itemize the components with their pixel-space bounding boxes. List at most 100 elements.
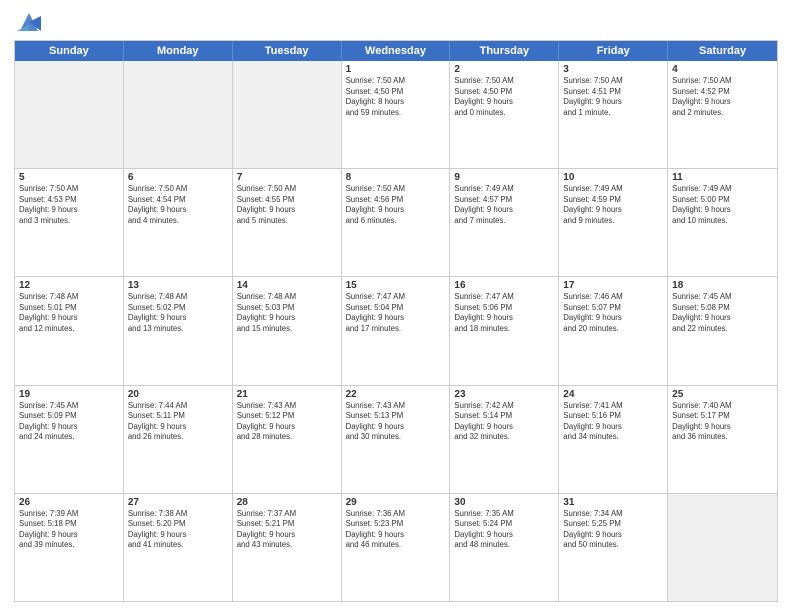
calendar-cell: 2Sunrise: 7:50 AM Sunset: 4:50 PM Daylig… (450, 61, 559, 168)
day-number: 13 (128, 280, 228, 291)
day-number: 29 (346, 497, 446, 508)
cell-info: Sunrise: 7:35 AM Sunset: 5:24 PM Dayligh… (454, 509, 554, 551)
cell-info: Sunrise: 7:50 AM Sunset: 4:55 PM Dayligh… (237, 184, 337, 226)
day-number: 21 (237, 389, 337, 400)
calendar-cell: 8Sunrise: 7:50 AM Sunset: 4:56 PM Daylig… (342, 169, 451, 276)
cell-info: Sunrise: 7:50 AM Sunset: 4:56 PM Dayligh… (346, 184, 446, 226)
cell-info: Sunrise: 7:45 AM Sunset: 5:08 PM Dayligh… (672, 292, 773, 334)
cell-info: Sunrise: 7:50 AM Sunset: 4:50 PM Dayligh… (454, 76, 554, 118)
calendar-cell: 15Sunrise: 7:47 AM Sunset: 5:04 PM Dayli… (342, 277, 451, 384)
cell-info: Sunrise: 7:48 AM Sunset: 5:03 PM Dayligh… (237, 292, 337, 334)
calendar-cell: 3Sunrise: 7:50 AM Sunset: 4:51 PM Daylig… (559, 61, 668, 168)
calendar-cell: 6Sunrise: 7:50 AM Sunset: 4:54 PM Daylig… (124, 169, 233, 276)
calendar-cell: 11Sunrise: 7:49 AM Sunset: 5:00 PM Dayli… (668, 169, 777, 276)
cell-info: Sunrise: 7:46 AM Sunset: 5:07 PM Dayligh… (563, 292, 663, 334)
cell-info: Sunrise: 7:50 AM Sunset: 4:53 PM Dayligh… (19, 184, 119, 226)
calendar-week: 1Sunrise: 7:50 AM Sunset: 4:50 PM Daylig… (15, 61, 777, 169)
calendar-cell: 20Sunrise: 7:44 AM Sunset: 5:11 PM Dayli… (124, 386, 233, 493)
calendar-cell: 4Sunrise: 7:50 AM Sunset: 4:52 PM Daylig… (668, 61, 777, 168)
calendar-cell: 12Sunrise: 7:48 AM Sunset: 5:01 PM Dayli… (15, 277, 124, 384)
cell-info: Sunrise: 7:50 AM Sunset: 4:51 PM Dayligh… (563, 76, 663, 118)
cell-info: Sunrise: 7:48 AM Sunset: 5:01 PM Dayligh… (19, 292, 119, 334)
calendar-cell (233, 61, 342, 168)
day-number: 6 (128, 172, 228, 183)
calendar-cell: 10Sunrise: 7:49 AM Sunset: 4:59 PM Dayli… (559, 169, 668, 276)
day-number: 24 (563, 389, 663, 400)
logo-icon (14, 10, 44, 34)
cell-info: Sunrise: 7:36 AM Sunset: 5:23 PM Dayligh… (346, 509, 446, 551)
day-number: 30 (454, 497, 554, 508)
calendar-week: 12Sunrise: 7:48 AM Sunset: 5:01 PM Dayli… (15, 277, 777, 385)
day-number: 22 (346, 389, 446, 400)
calendar-cell: 9Sunrise: 7:49 AM Sunset: 4:57 PM Daylig… (450, 169, 559, 276)
calendar-cell: 21Sunrise: 7:43 AM Sunset: 5:12 PM Dayli… (233, 386, 342, 493)
day-number: 27 (128, 497, 228, 508)
calendar-cell: 7Sunrise: 7:50 AM Sunset: 4:55 PM Daylig… (233, 169, 342, 276)
cell-info: Sunrise: 7:50 AM Sunset: 4:50 PM Dayligh… (346, 76, 446, 118)
day-number: 1 (346, 64, 446, 75)
day-number: 25 (672, 389, 773, 400)
cell-info: Sunrise: 7:49 AM Sunset: 5:00 PM Dayligh… (672, 184, 773, 226)
day-number: 26 (19, 497, 119, 508)
day-number: 11 (672, 172, 773, 183)
calendar-cell: 26Sunrise: 7:39 AM Sunset: 5:18 PM Dayli… (15, 494, 124, 601)
weekday-header: Monday (124, 41, 233, 61)
cell-info: Sunrise: 7:50 AM Sunset: 4:52 PM Dayligh… (672, 76, 773, 118)
cell-info: Sunrise: 7:40 AM Sunset: 5:17 PM Dayligh… (672, 401, 773, 443)
day-number: 12 (19, 280, 119, 291)
day-number: 2 (454, 64, 554, 75)
day-number: 5 (19, 172, 119, 183)
calendar-cell: 29Sunrise: 7:36 AM Sunset: 5:23 PM Dayli… (342, 494, 451, 601)
calendar-cell: 24Sunrise: 7:41 AM Sunset: 5:16 PM Dayli… (559, 386, 668, 493)
day-number: 17 (563, 280, 663, 291)
calendar-header: SundayMondayTuesdayWednesdayThursdayFrid… (15, 41, 777, 61)
day-number: 28 (237, 497, 337, 508)
calendar-cell: 22Sunrise: 7:43 AM Sunset: 5:13 PM Dayli… (342, 386, 451, 493)
calendar-week: 19Sunrise: 7:45 AM Sunset: 5:09 PM Dayli… (15, 386, 777, 494)
cell-info: Sunrise: 7:34 AM Sunset: 5:25 PM Dayligh… (563, 509, 663, 551)
day-number: 20 (128, 389, 228, 400)
calendar-cell: 31Sunrise: 7:34 AM Sunset: 5:25 PM Dayli… (559, 494, 668, 601)
weekday-header: Wednesday (342, 41, 451, 61)
day-number: 15 (346, 280, 446, 291)
calendar-cell: 14Sunrise: 7:48 AM Sunset: 5:03 PM Dayli… (233, 277, 342, 384)
cell-info: Sunrise: 7:42 AM Sunset: 5:14 PM Dayligh… (454, 401, 554, 443)
day-number: 31 (563, 497, 663, 508)
logo (14, 10, 48, 34)
day-number: 14 (237, 280, 337, 291)
calendar-cell: 16Sunrise: 7:47 AM Sunset: 5:06 PM Dayli… (450, 277, 559, 384)
calendar-body: 1Sunrise: 7:50 AM Sunset: 4:50 PM Daylig… (15, 61, 777, 601)
calendar-cell: 17Sunrise: 7:46 AM Sunset: 5:07 PM Dayli… (559, 277, 668, 384)
calendar-cell: 1Sunrise: 7:50 AM Sunset: 4:50 PM Daylig… (342, 61, 451, 168)
day-number: 9 (454, 172, 554, 183)
weekday-header: Friday (559, 41, 668, 61)
calendar-cell: 28Sunrise: 7:37 AM Sunset: 5:21 PM Dayli… (233, 494, 342, 601)
cell-info: Sunrise: 7:49 AM Sunset: 4:59 PM Dayligh… (563, 184, 663, 226)
calendar-cell: 13Sunrise: 7:48 AM Sunset: 5:02 PM Dayli… (124, 277, 233, 384)
calendar-cell: 18Sunrise: 7:45 AM Sunset: 5:08 PM Dayli… (668, 277, 777, 384)
day-number: 8 (346, 172, 446, 183)
calendar-cell (124, 61, 233, 168)
calendar-week: 26Sunrise: 7:39 AM Sunset: 5:18 PM Dayli… (15, 494, 777, 601)
weekday-header: Tuesday (233, 41, 342, 61)
day-number: 18 (672, 280, 773, 291)
day-number: 16 (454, 280, 554, 291)
calendar: SundayMondayTuesdayWednesdayThursdayFrid… (14, 40, 778, 602)
day-number: 3 (563, 64, 663, 75)
cell-info: Sunrise: 7:45 AM Sunset: 5:09 PM Dayligh… (19, 401, 119, 443)
cell-info: Sunrise: 7:47 AM Sunset: 5:06 PM Dayligh… (454, 292, 554, 334)
header (14, 10, 778, 34)
calendar-cell (15, 61, 124, 168)
cell-info: Sunrise: 7:39 AM Sunset: 5:18 PM Dayligh… (19, 509, 119, 551)
cell-info: Sunrise: 7:47 AM Sunset: 5:04 PM Dayligh… (346, 292, 446, 334)
weekday-header: Saturday (668, 41, 777, 61)
calendar-week: 5Sunrise: 7:50 AM Sunset: 4:53 PM Daylig… (15, 169, 777, 277)
day-number: 4 (672, 64, 773, 75)
calendar-cell: 19Sunrise: 7:45 AM Sunset: 5:09 PM Dayli… (15, 386, 124, 493)
weekday-header: Thursday (450, 41, 559, 61)
calendar-cell: 5Sunrise: 7:50 AM Sunset: 4:53 PM Daylig… (15, 169, 124, 276)
cell-info: Sunrise: 7:43 AM Sunset: 5:12 PM Dayligh… (237, 401, 337, 443)
day-number: 19 (19, 389, 119, 400)
calendar-cell: 27Sunrise: 7:38 AM Sunset: 5:20 PM Dayli… (124, 494, 233, 601)
calendar-cell: 30Sunrise: 7:35 AM Sunset: 5:24 PM Dayli… (450, 494, 559, 601)
